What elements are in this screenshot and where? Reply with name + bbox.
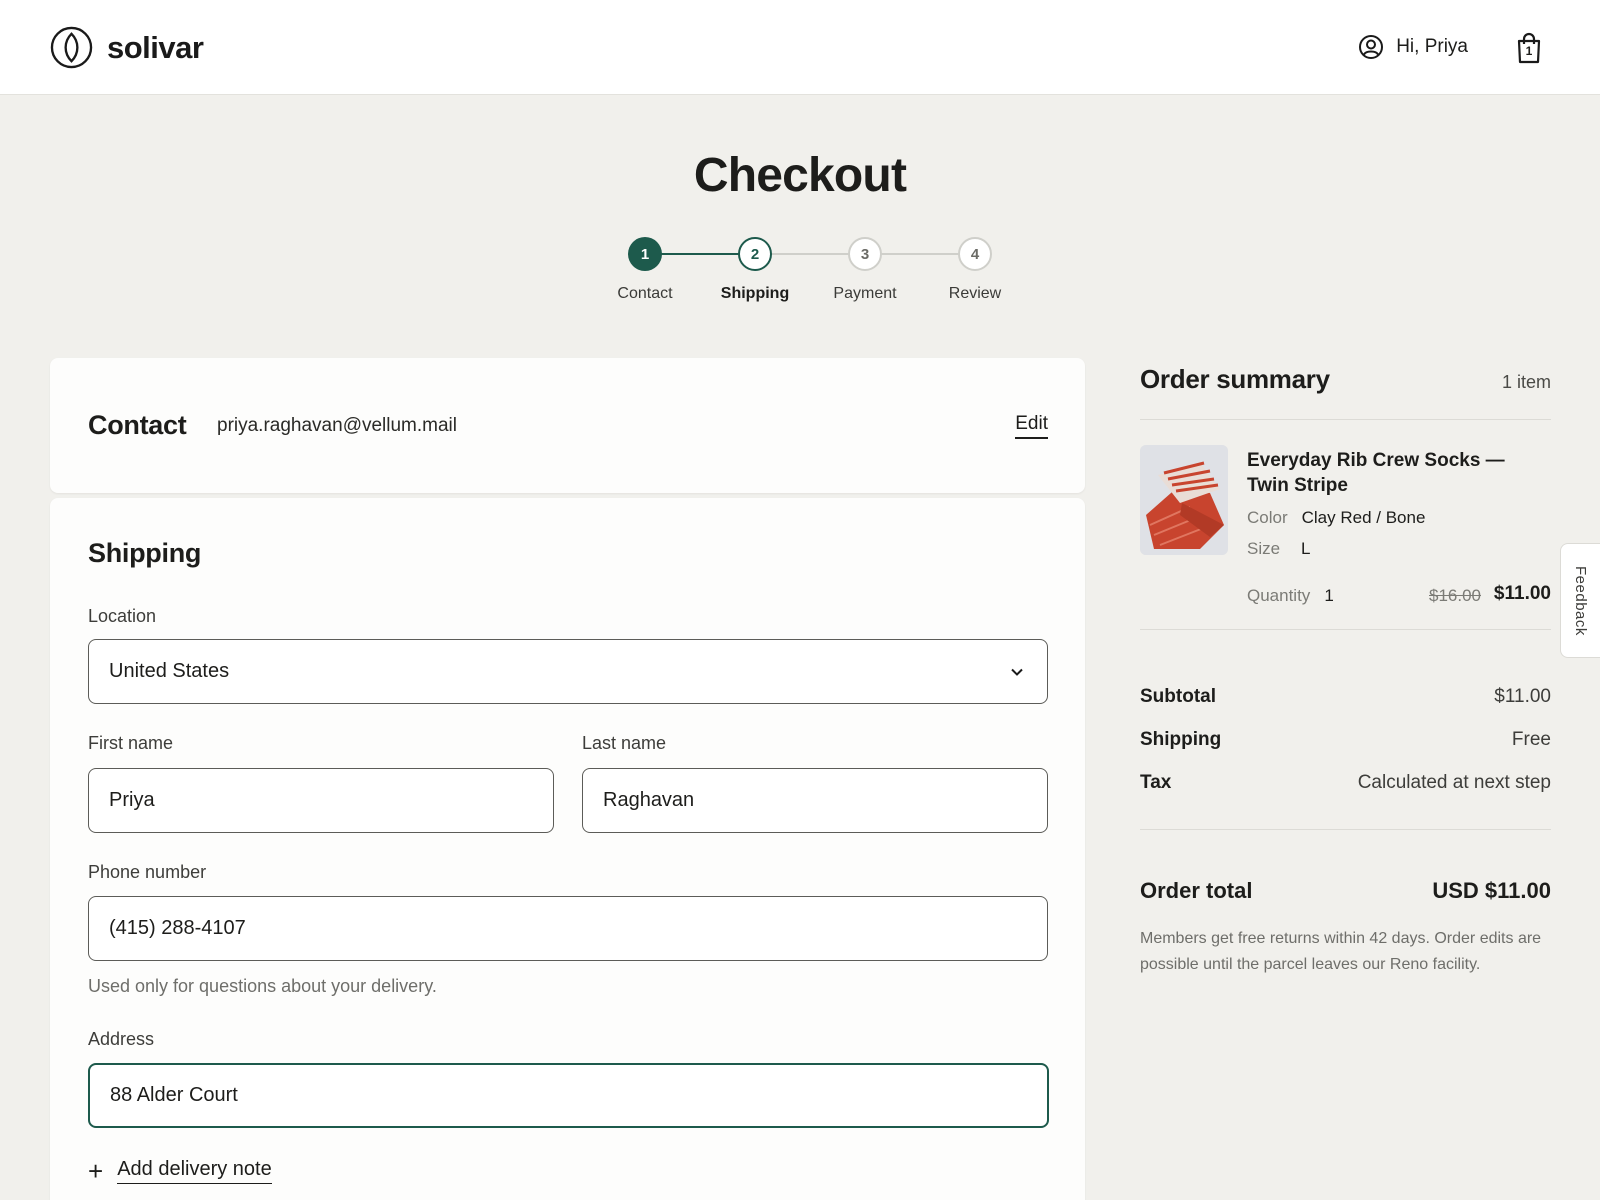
cart-button[interactable]: 1 — [1514, 32, 1544, 64]
socks-image-icon — [1140, 445, 1228, 555]
first-name-input[interactable] — [109, 789, 533, 812]
order-summary: Order summary 1 item Everyday Rib Crew S… — [1140, 360, 1551, 910]
tax-value: Calculated at next step — [1357, 772, 1551, 793]
step-dot: 3 — [848, 237, 882, 271]
step-dot: 4 — [958, 237, 992, 271]
step-dot: 1 — [628, 237, 662, 271]
color-label: Color — [1247, 508, 1288, 527]
contact-card: Contact priya.raghavan@vellum.mail Edit — [50, 358, 1085, 493]
location-value: United States — [109, 660, 230, 682]
shipping-cost-label: Shipping — [1140, 729, 1222, 750]
phone-input[interactable] — [109, 917, 1027, 940]
last-name-field[interactable] — [582, 768, 1048, 833]
step-label: Contact — [617, 285, 673, 302]
color-value: Clay Red / Bone — [1301, 508, 1426, 527]
chevron-down-icon — [1011, 668, 1023, 676]
summary-title: Order summary — [1140, 364, 1330, 394]
step-payment[interactable]: 3 Payment — [810, 232, 920, 303]
brand-logo[interactable]: solivar — [50, 26, 204, 69]
shipping-row: Shipping Free — [1140, 729, 1551, 751]
contact-email: priya.raghavan@vellum.mail — [217, 415, 457, 436]
feedback-tab[interactable]: Feedback — [1560, 543, 1600, 658]
shipping-cost-value: Free — [1511, 729, 1551, 750]
location-label: Location — [88, 606, 157, 626]
original-price: $16.00 — [1429, 586, 1481, 605]
brand-name: solivar — [107, 29, 204, 65]
phone-label: Phone number — [88, 862, 207, 882]
location-select[interactable]: United States — [88, 639, 1048, 704]
order-total-label: Order total — [1140, 878, 1253, 903]
cart-count-badge: 1 — [1525, 44, 1533, 58]
add-delivery-note-button[interactable]: + Add delivery note — [88, 1158, 272, 1184]
checkout-stepper: 1 Contact 2 Shipping 3 Payment 4 Review — [590, 232, 1010, 322]
subtotal-value: $11.00 — [1494, 686, 1551, 707]
address-input[interactable] — [110, 1084, 1027, 1107]
page-title: Checkout — [693, 149, 907, 202]
account-menu[interactable]: Hi, Priya — [1358, 34, 1468, 60]
feedback-label: Feedback — [1572, 565, 1589, 636]
step-shipping[interactable]: 2 Shipping — [700, 232, 810, 303]
shipping-title: Shipping — [88, 538, 202, 568]
add-delivery-note-label: Add delivery note — [117, 1158, 272, 1184]
summary-totals: Subtotal $11.00 Shipping Free Tax Calcul… — [1140, 630, 1551, 830]
size-value: L — [1301, 539, 1311, 558]
step-label: Review — [948, 285, 1002, 302]
product-name: Everyday Rib Crew Socks — Twin Stripe — [1247, 450, 1505, 496]
greeting-text: Hi, Priya — [1396, 36, 1468, 57]
contact-title: Contact — [88, 410, 187, 440]
step-contact[interactable]: 1 Contact — [590, 232, 700, 303]
last-name-input[interactable] — [603, 789, 1027, 812]
step-review[interactable]: 4 Review — [920, 232, 1030, 303]
step-label: Shipping — [720, 285, 790, 302]
returns-note: Members get free returns within 42 days.… — [1140, 930, 1542, 973]
edit-contact-link[interactable]: Edit — [1015, 413, 1048, 439]
tax-label: Tax — [1140, 772, 1172, 793]
size-label: Size — [1247, 539, 1281, 558]
phone-help-text: Used only for questions about your deliv… — [88, 976, 437, 996]
quantity-value: 1 — [1324, 586, 1334, 605]
product-thumbnail[interactable] — [1140, 445, 1228, 555]
summary-item-count: 1 item — [1501, 372, 1551, 392]
subtotal-row: Subtotal $11.00 — [1140, 686, 1551, 708]
first-name-field[interactable] — [88, 768, 554, 833]
leaf-logo-icon — [50, 26, 93, 69]
summary-line-item: Everyday Rib Crew Socks — Twin Stripe Co… — [1140, 420, 1551, 630]
address-label: Address — [88, 1029, 155, 1049]
address-field[interactable] — [88, 1063, 1049, 1128]
subtotal-label: Subtotal — [1140, 686, 1216, 707]
order-total-row: Order total USD $11.00 — [1140, 830, 1551, 910]
sale-price: $11.00 — [1493, 583, 1551, 604]
step-dot: 2 — [738, 237, 772, 271]
product-color: Color Clay Red / Bone — [1247, 508, 1425, 528]
phone-field[interactable] — [88, 896, 1048, 961]
product-quantity: Quantity 1 — [1247, 586, 1334, 606]
last-name-label: Last name — [582, 733, 667, 753]
tax-row: Tax Calculated at next step — [1140, 772, 1551, 794]
top-bar: solivar Hi, Priya 1 — [0, 0, 1600, 95]
summary-header: Order summary 1 item — [1140, 360, 1551, 420]
shipping-card: Shipping Location United States First na… — [50, 498, 1085, 1200]
product-size: Size L — [1247, 539, 1310, 559]
order-total-value: USD $11.00 — [1432, 878, 1551, 903]
plus-icon: + — [88, 1156, 104, 1186]
user-icon — [1359, 35, 1384, 59]
quantity-label: Quantity — [1247, 586, 1311, 605]
first-name-label: First name — [88, 733, 174, 753]
step-label: Payment — [833, 285, 897, 302]
